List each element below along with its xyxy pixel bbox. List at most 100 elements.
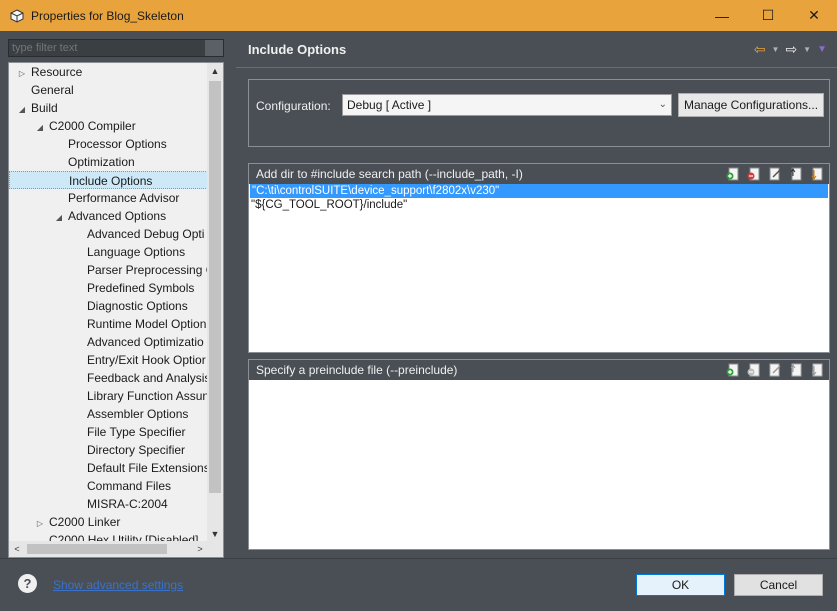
tree-item[interactable]: File Type Specifier <box>9 423 208 441</box>
tree-item[interactable]: Language Options <box>9 243 208 261</box>
tree-item-label: Command Files <box>87 479 172 493</box>
tree-item[interactable]: Entry/Exit Hook Optior <box>9 351 208 369</box>
tree-item-label: Diagnostic Options <box>87 299 188 313</box>
preinclude-header: Specify a preinclude file (--preinclude) <box>249 360 829 380</box>
dialog-footer: ? Show advanced settings OK Cancel <box>0 558 837 611</box>
cancel-button[interactable]: Cancel <box>734 574 823 596</box>
tree-item-label: C2000 Linker <box>49 515 121 529</box>
tree-item-label: Advanced Options <box>68 209 167 223</box>
header-divider <box>236 67 837 68</box>
tree-item[interactable]: General <box>9 81 208 99</box>
close-button[interactable]: ✕ <box>791 0 837 31</box>
sidebar: ▷Resource General ◢Build◢C2000 Compiler Pro… <box>0 31 235 558</box>
tree-item-label: Directory Specifier <box>87 443 186 457</box>
move-down-icon[interactable] <box>809 166 825 182</box>
filter-input[interactable] <box>9 40 205 56</box>
scroll-right-icon[interactable]: > <box>192 541 208 557</box>
tree-item-label: Feedback and Analysis <box>87 371 208 385</box>
tree-item[interactable]: Advanced Optimizatio <box>9 333 208 351</box>
add-icon[interactable] <box>725 166 741 182</box>
forward-arrow-icon[interactable]: ⇨ <box>785 41 797 58</box>
tree-item-label: Advanced Optimizatio <box>87 335 204 349</box>
scroll-up-icon[interactable]: ▲ <box>207 63 223 79</box>
scroll-corner <box>207 541 223 557</box>
tree-item[interactable]: Diagnostic Options <box>9 297 208 315</box>
tree-item-label: Runtime Model Option <box>87 317 207 331</box>
edit-icon[interactable] <box>767 362 783 378</box>
tree-item-label: Resource <box>31 65 83 79</box>
window-title: Properties for Blog_Skeleton <box>31 8 184 23</box>
scroll-down-icon[interactable]: ▼ <box>207 526 223 542</box>
minimize-button[interactable]: — <box>699 0 745 31</box>
configuration-value: Debug [ Active ] <box>347 98 432 112</box>
delete-icon[interactable] <box>746 166 762 182</box>
clear-filter-button[interactable] <box>205 40 223 56</box>
preinclude-panel: Specify a preinclude file (--preinclude) <box>248 359 830 550</box>
tree-item[interactable]: Assembler Options <box>9 405 208 423</box>
filter-box <box>8 39 224 57</box>
tree-item-label: General <box>31 83 74 97</box>
tree-item[interactable]: Include Options <box>9 171 208 189</box>
chevron-down-icon: ⌄ <box>658 99 667 110</box>
move-up-icon[interactable] <box>788 166 804 182</box>
tree-item-label: Advanced Debug Opti <box>87 227 205 241</box>
tree-item[interactable]: ◢ C2000 Compiler <box>9 117 208 135</box>
tree-item[interactable]: Runtime Model Option <box>9 315 208 333</box>
tree-item[interactable]: ◢ Build <box>9 99 208 117</box>
tree-item[interactable]: Library Function Assun <box>9 387 208 405</box>
scroll-thumb[interactable] <box>209 81 221 493</box>
tree-item-label: Assembler Options <box>87 407 189 421</box>
tree-item[interactable]: Parser Preprocessing C <box>9 261 208 279</box>
move-down-icon[interactable] <box>809 362 825 378</box>
move-up-icon[interactable] <box>788 362 804 378</box>
include-path-header: Add dir to #include search path (--inclu… <box>249 164 829 184</box>
tree-item[interactable]: MISRA-C:2004 <box>9 495 208 513</box>
preinclude-title: Specify a preinclude file (--preinclude) <box>256 363 458 377</box>
tree-vertical-scrollbar[interactable]: ▲ ▼ <box>207 63 223 542</box>
tree-item[interactable]: ◢ Advanced Options <box>9 207 208 225</box>
tree-item-label: Parser Preprocessing C <box>87 263 208 277</box>
show-advanced-settings-link[interactable]: Show advanced settings <box>53 578 183 592</box>
delete-icon[interactable] <box>746 362 762 378</box>
page-title: Include Options <box>248 42 347 57</box>
nav-buttons: ⇦ ▼ ⇨ ▼ ▼ <box>754 41 827 58</box>
tree-item[interactable]: Command Files <box>9 477 208 495</box>
tree-item[interactable]: Feedback and Analysis <box>9 369 208 387</box>
edit-icon[interactable] <box>767 166 783 182</box>
scroll-left-icon[interactable]: < <box>9 541 25 557</box>
page-header: Include Options ⇦ ▼ ⇨ ▼ ▼ <box>236 31 837 67</box>
ok-button[interactable]: OK <box>636 574 725 596</box>
window-titlebar: Properties for Blog_Skeleton — ☐ ✕ <box>0 0 837 31</box>
preinclude-toolbar <box>725 362 825 378</box>
back-arrow-icon[interactable]: ⇦ <box>754 41 766 58</box>
tree-item-label: File Type Specifier <box>87 425 186 439</box>
tree-item[interactable]: Advanced Debug Opti <box>9 225 208 243</box>
include-path-row[interactable]: "${CG_TOOL_ROOT}/include" <box>249 198 829 212</box>
manage-configurations-button[interactable]: Manage Configurations... <box>678 93 824 117</box>
include-path-list[interactable]: "C:\ti\controlSUITE\device_support\f2802… <box>249 184 829 212</box>
tree-item-label: MISRA-C:2004 <box>87 497 168 511</box>
help-icon[interactable]: ? <box>18 574 37 593</box>
tree-item-label: Predefined Symbols <box>87 281 195 295</box>
tree-horizontal-scrollbar[interactable]: < > <box>9 541 208 557</box>
tree-item[interactable]: Processor Options <box>9 135 208 153</box>
view-menu-icon[interactable]: ▼ <box>817 44 827 55</box>
tree-item[interactable]: ▷ Resource <box>9 63 208 81</box>
tree-item[interactable]: Optimization <box>9 153 208 171</box>
tree-item-label: Entry/Exit Hook Optior <box>87 353 206 367</box>
tree-item-label: Language Options <box>87 245 186 259</box>
configuration-select[interactable]: Debug [ Active ] ⌄ <box>342 94 672 116</box>
tree-item[interactable]: ▷ C2000 Linker <box>9 513 208 531</box>
include-path-row[interactable]: "C:\ti\controlSUITE\device_support\f2802… <box>250 184 828 198</box>
tree-item[interactable]: Predefined Symbols <box>9 279 208 297</box>
hscroll-thumb[interactable] <box>27 544 167 554</box>
tree-item-label: C2000 Compiler <box>49 119 136 133</box>
main-panel: Include Options ⇦ ▼ ⇨ ▼ ▼ Configuration:… <box>236 31 837 558</box>
tree-item[interactable]: Performance Advisor <box>9 189 208 207</box>
maximize-button[interactable]: ☐ <box>745 0 791 31</box>
tree-item[interactable]: Default File Extensions <box>9 459 208 477</box>
tree-item[interactable]: Directory Specifier <box>9 441 208 459</box>
add-icon[interactable] <box>725 362 741 378</box>
back-history-chevron-icon[interactable]: ▼ <box>772 45 780 54</box>
forward-history-chevron-icon[interactable]: ▼ <box>803 45 811 54</box>
